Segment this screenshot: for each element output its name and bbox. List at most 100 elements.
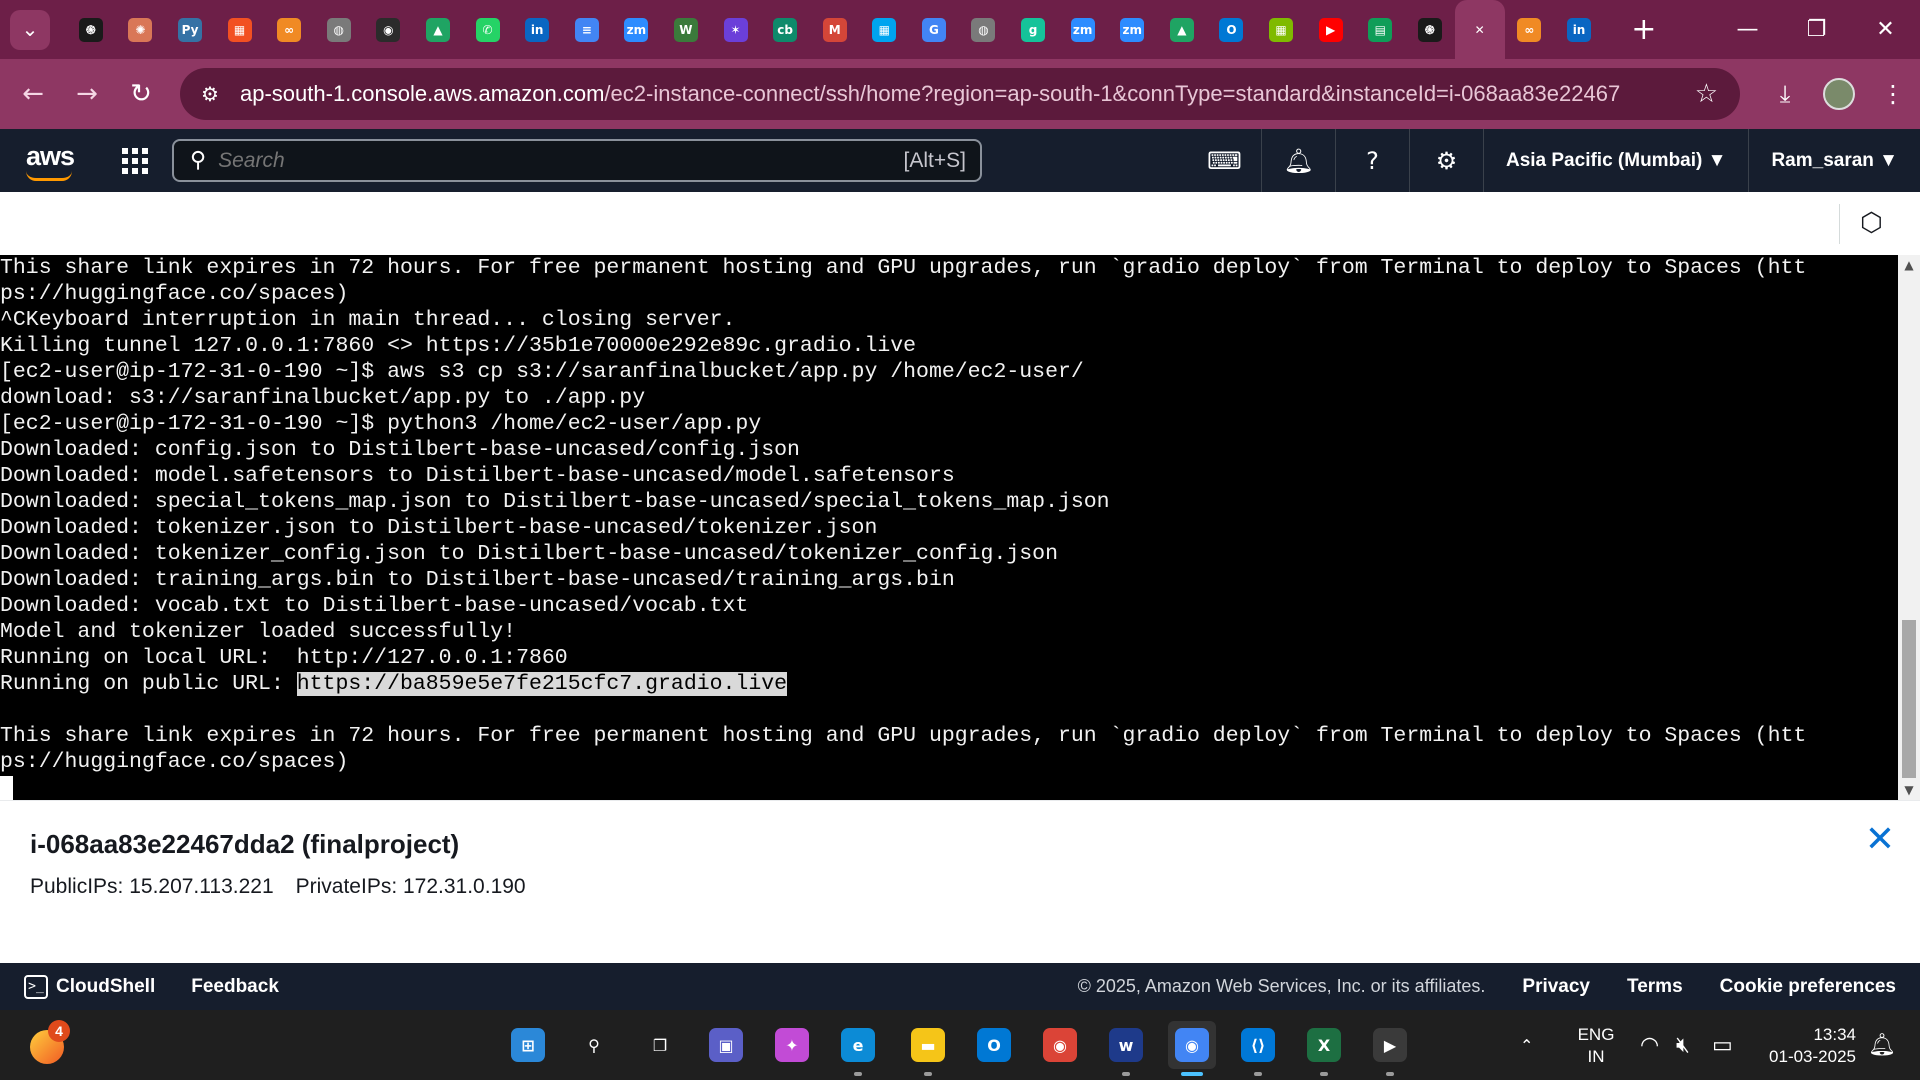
aws-search-box[interactable]: ⚲ [Alt+S] bbox=[172, 139, 982, 182]
wordpress-tab-icon[interactable]: W bbox=[661, 0, 711, 59]
terminal-line: ps://huggingface.co/spaces) bbox=[0, 750, 349, 774]
notification-bell-icon[interactable]: 🔔︎ bbox=[1868, 1010, 1896, 1080]
bookmark-star-icon[interactable]: ☆ bbox=[1695, 78, 1718, 109]
forward-icon[interactable]: → bbox=[60, 67, 114, 121]
chrome-profile-icon[interactable]: ◉ bbox=[1168, 1021, 1216, 1076]
search-input[interactable] bbox=[218, 148, 859, 173]
language-indicator[interactable]: ENG IN bbox=[1576, 1024, 1616, 1068]
microsoft-tab-icon-2[interactable]: ▦ bbox=[860, 0, 910, 59]
privacy-link[interactable]: Privacy bbox=[1522, 976, 1590, 998]
cookie-preferences-link[interactable]: Cookie preferences bbox=[1720, 976, 1896, 998]
new-tab-button[interactable]: + bbox=[1624, 10, 1664, 50]
public-url-selected[interactable]: https://ba859e5e7fe215cfc7.gradio.live bbox=[296, 672, 788, 696]
ai-tab-icon[interactable]: cb bbox=[760, 0, 810, 59]
search-icon[interactable]: ⚲ bbox=[570, 1021, 618, 1069]
wifi-icon[interactable]: ◠ bbox=[1640, 1010, 1659, 1080]
help-icon[interactable]: ? bbox=[1336, 129, 1410, 192]
url-text[interactable]: ap-south-1.console.aws.amazon.com/ec2-in… bbox=[240, 81, 1620, 107]
region-selector[interactable]: Asia Pacific (Mumbai) ▼ bbox=[1484, 129, 1750, 192]
edge-icon[interactable]: e bbox=[834, 1021, 882, 1076]
youtube-tab-icon[interactable]: ▶ bbox=[1306, 0, 1356, 59]
google-docs-tab-icon[interactable]: ≡ bbox=[562, 0, 612, 59]
active-tab-close-icon[interactable]: ✕ bbox=[1454, 0, 1505, 59]
copilot-icon[interactable]: ✦ bbox=[768, 1021, 816, 1069]
scroll-up-icon[interactable]: ▲ bbox=[1898, 255, 1920, 275]
google-drive-tab-icon[interactable]: ▲ bbox=[413, 0, 463, 59]
linkedin-tab-icon[interactable]: in bbox=[512, 0, 562, 59]
file-explorer-icon[interactable]: ▬ bbox=[904, 1021, 952, 1076]
scroll-down-icon[interactable]: ▼ bbox=[1898, 780, 1920, 800]
microsoft-tab-icon-3[interactable]: ▦ bbox=[1256, 0, 1306, 59]
account-menu[interactable]: Ram_saran ▼ bbox=[1749, 129, 1920, 192]
globe-tab-icon-2[interactable]: ◍ bbox=[959, 0, 1009, 59]
zoom-tab-icon-3[interactable]: zm bbox=[1107, 0, 1157, 59]
weather-widget-icon[interactable]: 4 bbox=[30, 1020, 70, 1064]
settings-gear-icon[interactable]: ⚙ bbox=[1410, 129, 1484, 192]
microsoft-tab-icon[interactable]: ▦ bbox=[215, 0, 265, 59]
notifications-bell-icon[interactable]: 🔔︎ bbox=[1262, 129, 1336, 192]
terms-link[interactable]: Terms bbox=[1627, 976, 1683, 998]
back-icon[interactable]: ← bbox=[6, 67, 60, 121]
cloudshell-icon[interactable]: ⌨ bbox=[1188, 129, 1262, 192]
chatgpt-tab-icon-2[interactable]: ֍ bbox=[1405, 0, 1455, 59]
teams-chat-icon[interactable]: ▣ bbox=[702, 1021, 750, 1069]
hexagon-settings-icon[interactable]: ⬡ bbox=[1860, 208, 1892, 240]
google-drive-tab-icon-2[interactable]: ▲ bbox=[1157, 0, 1207, 59]
zoom-tab-icon[interactable]: zm bbox=[612, 0, 662, 59]
feedback-link[interactable]: Feedback bbox=[191, 976, 279, 998]
show-hidden-icons[interactable]: ⌃ bbox=[1520, 1010, 1533, 1080]
cloudshell-link[interactable]: CloudShell bbox=[56, 976, 155, 998]
ssh-terminal[interactable]: This share link expires in 72 hours. For… bbox=[0, 255, 1898, 800]
whatsapp-tab-icon[interactable]: ✆ bbox=[463, 0, 513, 59]
more-menu-icon[interactable]: ⋮ bbox=[1866, 80, 1920, 108]
chatgpt-tab-icon[interactable]: ֍ bbox=[66, 0, 116, 59]
terminal-line: This share link expires in 72 hours. For… bbox=[0, 256, 1807, 280]
download-icon[interactable]: ⤓ bbox=[1758, 80, 1812, 108]
site-info-icon[interactable]: ⚙ bbox=[180, 82, 240, 107]
globe-tab-icon[interactable]: ◍ bbox=[314, 0, 364, 59]
close-panel-icon[interactable]: ✕ bbox=[1860, 819, 1900, 860]
python-tab-icon[interactable]: Py bbox=[165, 0, 215, 59]
media-player-icon[interactable]: ▶ bbox=[1366, 1021, 1414, 1076]
address-bar[interactable]: ⚙ ap-south-1.console.aws.amazon.com/ec2-… bbox=[180, 68, 1740, 120]
github-tab-icon[interactable]: ◉ bbox=[364, 0, 414, 59]
excel-icon[interactable]: X bbox=[1300, 1021, 1348, 1076]
notification-badge: 4 bbox=[48, 1020, 70, 1042]
outlook-icon[interactable]: O bbox=[970, 1021, 1018, 1069]
google-tab-icon[interactable]: G bbox=[909, 0, 959, 59]
windows-start-icon[interactable]: ⊞ bbox=[504, 1021, 552, 1069]
task-view-icon[interactable]: ❐ bbox=[636, 1021, 684, 1069]
terminal-scrollbar[interactable]: ▲ ▼ bbox=[1898, 255, 1920, 800]
aws-logo[interactable]: aws bbox=[26, 141, 75, 172]
browser-toolbar: ← → ↻ ⚙ ap-south-1.console.aws.amazon.co… bbox=[0, 59, 1920, 129]
coursera-tab-icon[interactable]: ∞ bbox=[264, 0, 314, 59]
system-clock[interactable]: 13:34 01-03-2025 bbox=[1756, 1024, 1856, 1068]
minimize-icon[interactable]: — bbox=[1713, 0, 1782, 59]
claude-tab-icon[interactable]: ✺ bbox=[116, 0, 166, 59]
scrollbar-thumb[interactable] bbox=[1902, 620, 1916, 778]
chrome-icon[interactable]: ◉ bbox=[1036, 1021, 1084, 1069]
terminal-line: download: s3://saranfinalbucket/app.py t… bbox=[0, 386, 646, 410]
microsoft-tab-icon-3-glyph: ▦ bbox=[1269, 17, 1294, 42]
linkedin-tab-icon-2[interactable]: in bbox=[1554, 0, 1604, 59]
sheets-tab-icon[interactable]: ▤ bbox=[1355, 0, 1405, 59]
battery-icon[interactable]: ▭ bbox=[1712, 1010, 1733, 1080]
cloudshell-footer-icon[interactable]: >_ bbox=[24, 974, 48, 999]
grammarly-tab-icon[interactable]: g bbox=[1008, 0, 1058, 59]
jira-tab-icon[interactable]: ✶ bbox=[711, 0, 761, 59]
vscode-icon[interactable]: ⟨⟩ bbox=[1234, 1021, 1282, 1076]
outlook-tab-icon[interactable]: O bbox=[1207, 0, 1257, 59]
webex-icon[interactable]: w bbox=[1102, 1021, 1150, 1076]
reload-icon[interactable]: ↻ bbox=[114, 67, 168, 121]
restore-icon[interactable]: ❐ bbox=[1782, 0, 1851, 59]
services-grid-icon[interactable] bbox=[122, 148, 148, 174]
tab-search-chevron-icon[interactable]: ⌄ bbox=[10, 9, 50, 50]
copyright-text: © 2025, Amazon Web Services, Inc. or its… bbox=[1077, 976, 1486, 996]
volume-muted-icon[interactable]: 🔇︎ bbox=[1676, 1010, 1690, 1080]
zoom-tab-icon-2[interactable]: zm bbox=[1058, 0, 1108, 59]
window-close-icon[interactable]: ✕ bbox=[1851, 0, 1920, 59]
coursera-tab-icon-2[interactable]: ∞ bbox=[1505, 0, 1555, 59]
profile-avatar[interactable] bbox=[1823, 78, 1855, 110]
browser-tab-strip: ⌄ ֍ ✺ Py ▦ ∞ ◍ ◉ ▲ ✆ in ≡ zm W ✶ cb M ▦ G ◍ g zm zm ▲ O ▦ ▶ ▤ ֍ ✕ ∞ in… bbox=[0, 0, 1920, 59]
gmail-tab-icon[interactable]: M bbox=[810, 0, 860, 59]
